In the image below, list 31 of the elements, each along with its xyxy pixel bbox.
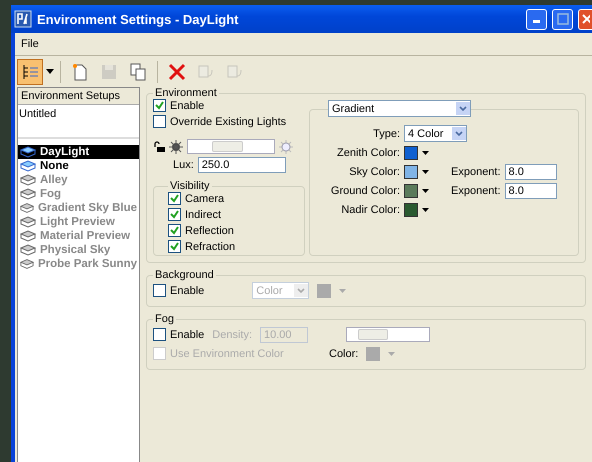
override-checkbox[interactable]: Override Existing Lights — [153, 115, 305, 128]
window-title: Environment Settings - DayLight — [37, 12, 239, 26]
exponent-field[interactable]: 8.0 — [504, 164, 557, 180]
group-title: Visibility — [169, 180, 211, 192]
color-label: Color: — [329, 348, 358, 360]
enable-checkbox[interactable]: Enable — [153, 99, 305, 112]
color-label: Sky Color: — [348, 166, 400, 178]
visibility-checkbox[interactable]: Reflection — [168, 224, 300, 237]
mode-dropdown[interactable]: Gradient — [328, 100, 471, 117]
color-label: Ground Color: — [330, 184, 400, 196]
visibility-checkbox[interactable]: Camera — [168, 192, 300, 205]
exponent-label: Exponent: — [451, 166, 501, 178]
setup-list-item[interactable]: None — [18, 159, 139, 173]
lux-label: Lux: — [173, 159, 194, 171]
group-title: Fog — [154, 313, 175, 325]
menu-item[interactable]: File — [21, 38, 39, 50]
color-label: Zenith Color: — [336, 146, 400, 158]
setup-name-field[interactable]: Untitled — [18, 105, 139, 139]
column-header: Environment Setups — [18, 88, 139, 105]
color-label: Nadir Color: — [340, 204, 400, 216]
setup-list-item[interactable]: DayLight — [18, 145, 139, 159]
type-dropdown[interactable]: 4 Color — [404, 125, 467, 142]
group-title: Environment — [154, 87, 218, 99]
group-title: Background — [154, 269, 215, 281]
lux-field[interactable]: 250.0 — [198, 157, 286, 173]
density-label: Density: — [212, 328, 252, 340]
visibility-checkbox[interactable]: Refraction — [168, 240, 300, 253]
exponent-field[interactable]: 8.0 — [504, 182, 557, 198]
exponent-label: Exponent: — [451, 184, 501, 196]
type-label: Type: — [372, 128, 400, 140]
visibility-checkbox[interactable]: Indirect — [168, 208, 300, 221]
